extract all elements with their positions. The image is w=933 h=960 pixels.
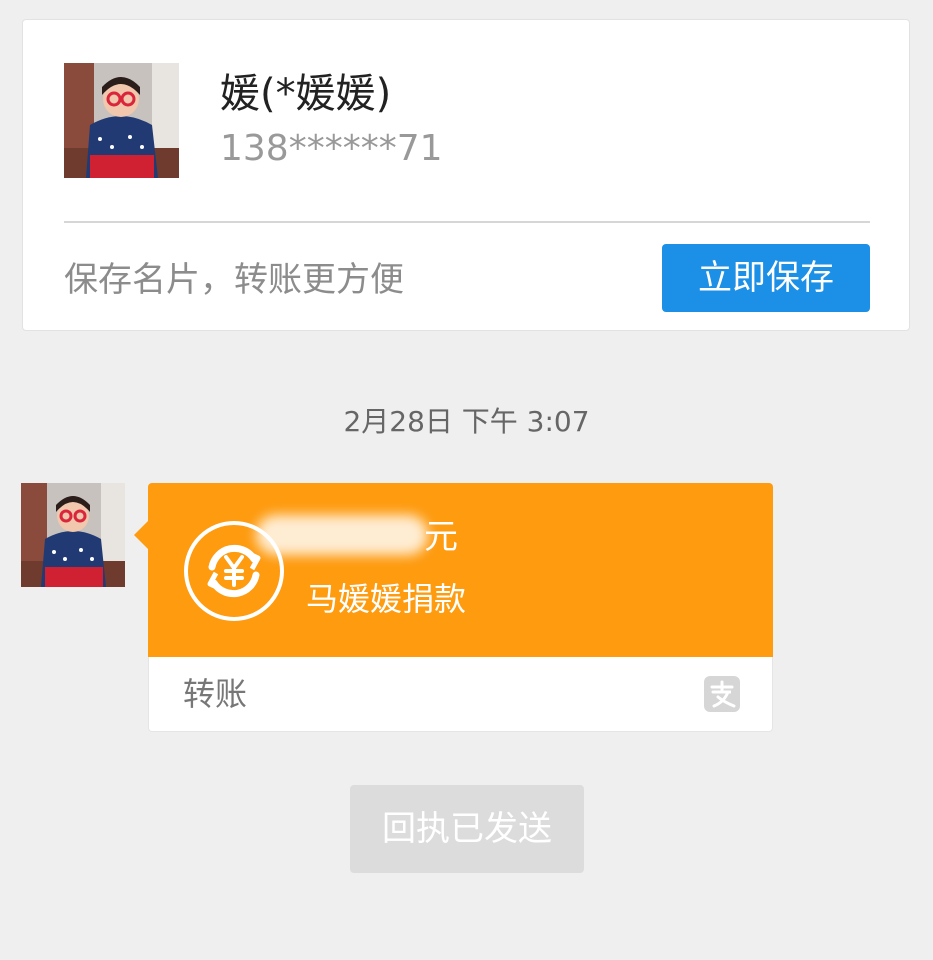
save-now-button[interactable]: 立即保存 — [662, 244, 870, 312]
transfer-message-bubble[interactable]: 元 马媛媛捐款 转账 — [134, 483, 773, 732]
message-timestamp: 2月28日 下午 3:07 — [343, 405, 590, 438]
alipay-icon — [704, 676, 740, 712]
transfer-footer: 转账 — [148, 657, 773, 732]
save-card-tip: 保存名片，转账更方便 — [64, 260, 404, 300]
transfer-summary: 元 马媛媛捐款 — [148, 483, 773, 657]
contact-card: 媛(*媛媛) 138******71 保存名片，转账更方便 立即保存 — [22, 19, 910, 331]
transfer-label: 转账 — [183, 675, 248, 713]
contact-phone: 138******71 — [220, 128, 443, 169]
contact-name: 媛(*媛媛) — [220, 71, 392, 117]
transfer-description: 马媛媛捐款 — [306, 580, 467, 618]
receipt-sent-button[interactable]: 回执已发送 — [350, 785, 584, 873]
contact-avatar[interactable] — [64, 63, 179, 178]
amount-unit: 元 — [424, 517, 458, 557]
bubble-arrow — [134, 521, 148, 549]
amount-redacted — [256, 515, 428, 555]
divider — [64, 221, 870, 223]
sender-avatar[interactable] — [21, 483, 125, 587]
